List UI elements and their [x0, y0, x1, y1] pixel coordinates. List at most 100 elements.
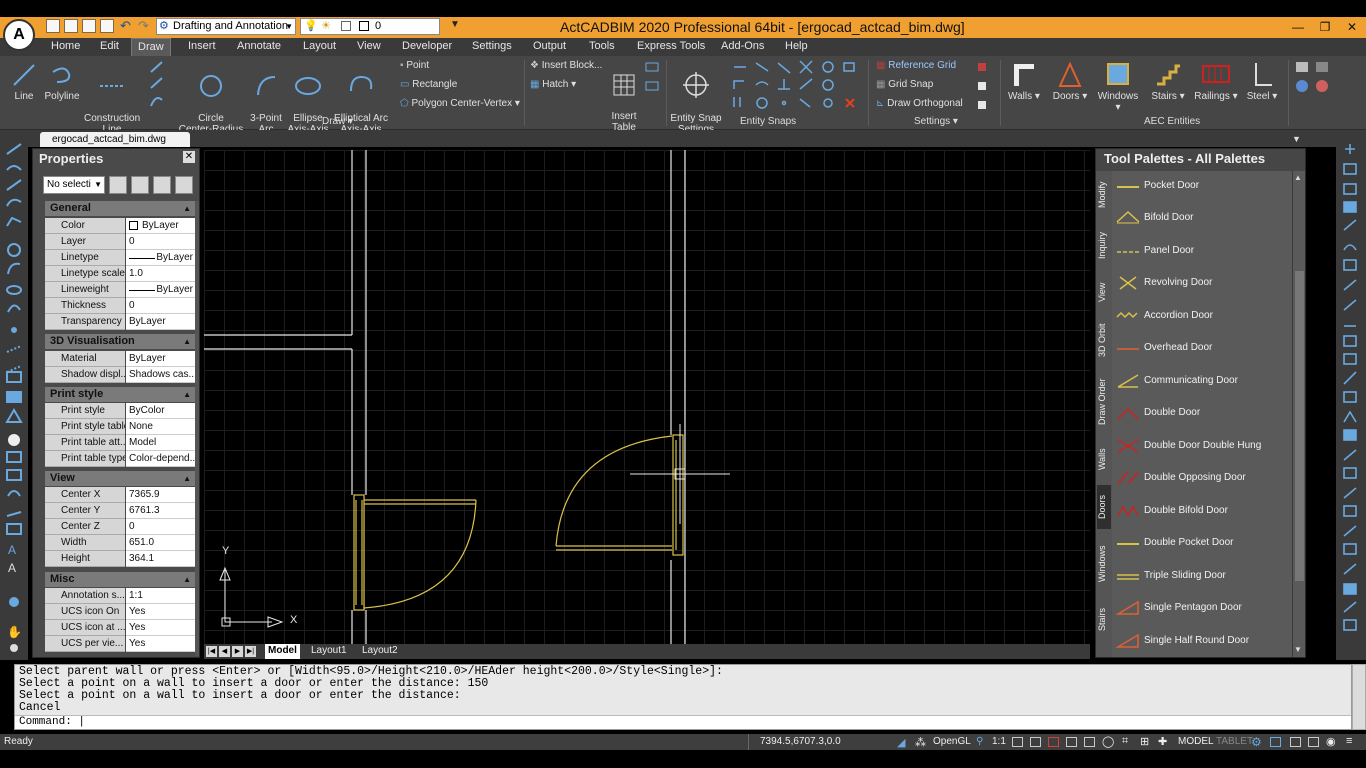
snap-tracking-icon[interactable]: ⌗ — [1122, 735, 1128, 748]
selection-dropdown[interactable]: No selecti ▼ — [43, 176, 105, 194]
tab-model[interactable]: Model — [265, 644, 300, 659]
left-draw-tool-icons[interactable]: A A ✋ — [0, 140, 28, 660]
redo-icon[interactable]: ↷ — [138, 18, 149, 34]
command-input[interactable]: Command: | — [15, 715, 1351, 729]
renderer-status[interactable]: OpenGL — [933, 736, 971, 747]
drawing-canvas[interactable]: Y X — [204, 150, 1090, 644]
properties-scrollbar[interactable] — [195, 201, 199, 656]
draw-mini-tools[interactable] — [148, 60, 166, 110]
palette-tab-draw-order[interactable]: Draw Order — [1097, 371, 1111, 433]
prop-row-height[interactable]: Height 364.1 — [45, 551, 195, 567]
settings-icon[interactable] — [175, 176, 193, 194]
document-tab[interactable]: ergocad_actcad_bim.dwg — [40, 132, 190, 147]
workspace-select[interactable]: ⚙ Drafting and Annotation ▼ — [156, 18, 296, 35]
palette-item-overhead-door[interactable]: Overhead Door — [1112, 333, 1292, 363]
save-icon[interactable] — [82, 19, 96, 33]
prop-row-transparency[interactable]: Transparency ByLayer — [45, 314, 195, 330]
palette-item-double-bifold-door[interactable]: Double Bifold Door — [1112, 496, 1292, 526]
hatch-button[interactable]: ▦ Hatch ▾ — [530, 79, 576, 90]
railings-button[interactable]: Railings ▾ — [1194, 60, 1238, 102]
undo-icon[interactable]: ↶ — [120, 18, 131, 34]
tab-output[interactable]: Output — [533, 40, 566, 52]
palette-item-double-pocket-door[interactable]: Double Pocket Door — [1112, 528, 1292, 558]
palette-tab-walls[interactable]: Walls — [1097, 441, 1111, 477]
palette-tab-doors[interactable]: Doors — [1097, 485, 1111, 529]
close-icon[interactable]: ✕ — [183, 151, 195, 163]
customize-menu-icon[interactable]: ≡ — [1346, 735, 1352, 747]
polygon-button[interactable]: ⬠ Polygon Center-Vertex ▾ — [400, 98, 520, 109]
prop-row-print-style-table[interactable]: Print style table None — [45, 419, 195, 435]
prop-row-center-x[interactable]: Center X 7365.9 — [45, 487, 195, 503]
palette-item-double-opposing-door[interactable]: Double Opposing Door — [1112, 463, 1292, 493]
prop-row-layer[interactable]: Layer 0 — [45, 234, 195, 250]
print-icon[interactable] — [100, 19, 114, 33]
select-entities-icon[interactable] — [131, 176, 149, 194]
entity-snap-grid[interactable] — [730, 59, 862, 113]
tab-annotate[interactable]: Annotate — [237, 40, 281, 52]
palette-tab-modify[interactable]: Modify — [1097, 175, 1111, 215]
settings-group-label[interactable]: Settings ▾ — [914, 116, 958, 127]
close-icon[interactable]: ✕ — [1338, 17, 1366, 37]
lock-ui-icon[interactable] — [1290, 737, 1301, 747]
settings-toggles[interactable] — [976, 61, 988, 111]
walls-button[interactable]: Walls ▾ — [1004, 60, 1044, 102]
tablet-toggle[interactable]: TABLET — [1216, 736, 1253, 747]
annotation-scale[interactable]: 1:1 — [992, 736, 1006, 747]
restore-icon[interactable]: ❐ — [1311, 17, 1339, 37]
palette-item-single-half-round-door[interactable]: Single Half Round Door — [1112, 626, 1292, 656]
model-space-toggle[interactable]: MODEL — [1178, 736, 1214, 747]
right-modify-tool-icons[interactable] — [1336, 140, 1366, 660]
tab-list-chevron-icon[interactable]: ▼ — [1292, 134, 1301, 144]
command-scrollbar[interactable] — [1352, 664, 1366, 730]
tab-settings[interactable]: Settings — [472, 40, 512, 52]
app-logo[interactable]: A — [3, 19, 35, 51]
prop-row-ucs-per-viewport[interactable]: UCS per vie... Yes — [45, 636, 195, 652]
insert-table-button[interactable]: Insert Table — [606, 62, 642, 133]
prop-row-color[interactable]: Color ByLayer — [45, 218, 195, 234]
prop-row-width[interactable]: Width 651.0 — [45, 535, 195, 551]
first-tab-icon[interactable]: |◀ — [206, 646, 217, 657]
palette-tab-stairs[interactable]: Stairs — [1097, 599, 1111, 639]
scroll-thumb[interactable] — [1295, 271, 1304, 581]
palette-scrollbar[interactable]: ▲ ▼ — [1292, 171, 1305, 657]
tab-tools[interactable]: Tools — [589, 40, 615, 52]
snap-toggle-icon[interactable] — [1012, 737, 1023, 747]
prop-row-print-style[interactable]: Print style ByColor — [45, 403, 195, 419]
isolate-icon[interactable] — [1308, 737, 1319, 747]
windows-button[interactable]: Windows ▾ — [1094, 60, 1142, 113]
tab-help[interactable]: Help — [785, 40, 808, 52]
prop-row-linetype[interactable]: Linetype ByLayer — [45, 250, 195, 266]
quick-select-icon[interactable] — [153, 176, 171, 194]
annotation-scale-icon[interactable]: ⚲ — [976, 736, 983, 747]
prop-row-print-table-attached[interactable]: Print table att... Model — [45, 435, 195, 451]
rectangle-button[interactable]: ▭ Rectangle — [400, 79, 457, 90]
palette-item-double-door-double-hung[interactable]: Double Door Double Hung — [1112, 431, 1292, 461]
draw-orthogonal-button[interactable]: ⊾ Draw Orthogonal — [876, 98, 963, 109]
toggle-pickadd-icon[interactable] — [109, 176, 127, 194]
section-print-style[interactable]: Print style ▲ — [45, 387, 195, 402]
last-tab-icon[interactable]: ▶| — [245, 646, 256, 657]
new-file-icon[interactable] — [46, 19, 60, 33]
prop-row-thickness[interactable]: Thickness 0 — [45, 298, 195, 314]
insert-block-button[interactable]: ❖ Insert Block... — [530, 60, 602, 71]
tab-view[interactable]: View — [357, 40, 381, 52]
palette-tab-view[interactable]: View — [1097, 275, 1111, 309]
stairs-button[interactable]: Stairs ▾ — [1148, 60, 1188, 102]
palette-item-pocket-door[interactable]: Pocket Door — [1112, 171, 1292, 201]
minimize-icon[interactable]: — — [1284, 17, 1312, 37]
extra-aec-tools[interactable] — [1294, 60, 1334, 100]
next-tab-icon[interactable]: ▶ — [232, 646, 243, 657]
polyline-button[interactable]: Polyline — [42, 62, 82, 102]
palette-item-panel-door[interactable]: Panel Door — [1112, 236, 1292, 266]
prop-row-ucs-icon-at-origin[interactable]: UCS icon at ... Yes — [45, 620, 195, 636]
section-general[interactable]: General ▲ — [45, 201, 195, 216]
palette-item-triple-sliding-door[interactable]: Triple Sliding Door — [1112, 561, 1292, 591]
ortho-toggle-icon[interactable] — [1048, 737, 1059, 747]
scroll-down-icon[interactable]: ▼ — [1294, 645, 1302, 654]
section-3d-visualisation[interactable]: 3D Visualisation ▲ — [45, 334, 195, 349]
steel-button[interactable]: Steel ▾ — [1244, 60, 1280, 102]
layer-dropdown-arrow-icon[interactable]: ▼ — [450, 19, 460, 30]
section-view[interactable]: View ▲ — [45, 471, 195, 486]
hardware-accel-icon[interactable]: ◉ — [1326, 735, 1336, 748]
field-tools[interactable] — [644, 60, 660, 110]
